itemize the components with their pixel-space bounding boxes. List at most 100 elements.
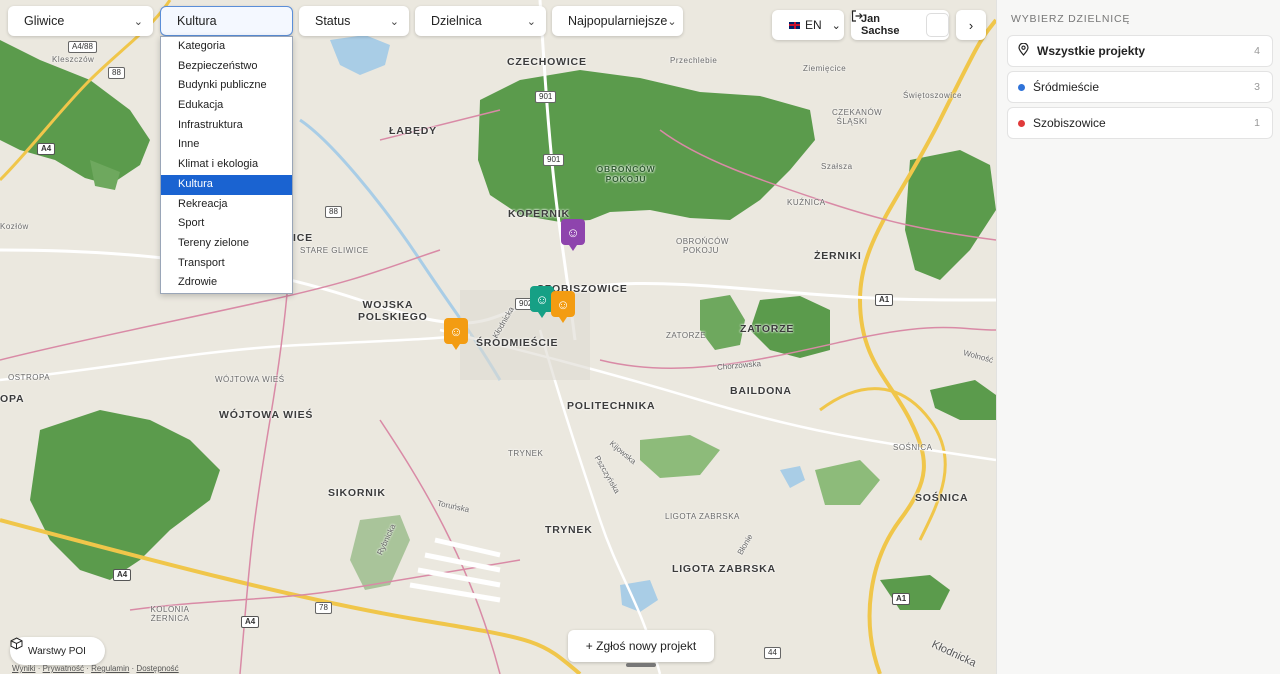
chevron-down-icon: ⌄ bbox=[831, 19, 841, 32]
place-zatorze-small: ZATORZE bbox=[666, 331, 707, 340]
place-trynek-small: TRYNEK bbox=[508, 449, 544, 458]
road-shield-44: 44 bbox=[764, 647, 781, 659]
footer-link-results[interactable]: Wyniki bbox=[12, 664, 35, 673]
place-trynek: TRYNEK bbox=[545, 524, 593, 536]
district-color-dot bbox=[1018, 119, 1025, 127]
category-option[interactable]: Rekreacja bbox=[161, 195, 292, 215]
forest-southeast bbox=[880, 575, 950, 610]
district-item-szobiszowice[interactable]: Szobiszowice 1 bbox=[1007, 107, 1273, 139]
category-option[interactable]: Edukacja bbox=[161, 96, 292, 116]
place-zerniki: ŻERNIKI bbox=[814, 250, 862, 262]
category-option[interactable]: Budynki publiczne bbox=[161, 76, 292, 96]
place-przechlebie: Przechlebie bbox=[670, 56, 718, 65]
footer-link-terms[interactable]: Regulamin bbox=[91, 664, 129, 673]
footer-separator: · bbox=[35, 664, 43, 673]
district-name: Śródmieście bbox=[1033, 80, 1100, 94]
map-canvas[interactable]: CZECHOWICE ŁABĘDY OBROŃCÓW POKOJU KOPERN… bbox=[0, 0, 996, 674]
category-option[interactable]: Zdrowie bbox=[161, 273, 292, 293]
collapse-panel-button[interactable]: › bbox=[956, 10, 986, 40]
motorway-ramp bbox=[819, 387, 947, 541]
road-shield-88-north: 88 bbox=[108, 67, 125, 79]
place-ligota-small: LIGOTA ZABRSKA bbox=[665, 512, 740, 521]
category-option[interactable]: Tereny zielone bbox=[161, 234, 292, 254]
place-ostropa: OSTROPA bbox=[8, 373, 51, 382]
place-kozlow: Kozłów bbox=[0, 222, 29, 231]
place-sosnica: SOŚNICA bbox=[915, 492, 969, 504]
smile-icon: ☺ bbox=[535, 291, 549, 307]
sort-select-value: Najpopularniejsze bbox=[568, 14, 668, 28]
road-shield-a4-88: A4/88 bbox=[68, 41, 97, 53]
place-kopernik: KOPERNIK bbox=[508, 208, 570, 220]
place-baildona: BAILDONA bbox=[730, 385, 792, 397]
place-ligota-zabrska: LIGOTA ZABRSKA bbox=[672, 563, 776, 575]
place-srodmiescie: ŚRÓDMIEŚCIE bbox=[476, 337, 559, 349]
chevron-down-icon: ⌄ bbox=[667, 15, 677, 28]
place-kolonia-zernica: KOLONIA ŻERNICA bbox=[150, 605, 190, 623]
report-project-button[interactable]: + Zgłoś nowy projekt bbox=[568, 630, 714, 662]
road-shield-901: 901 bbox=[543, 154, 565, 166]
category-option[interactable]: Kategoria bbox=[161, 37, 292, 57]
category-option[interactable]: Bezpieczeństwo bbox=[161, 57, 292, 77]
district-count: 1 bbox=[1254, 117, 1260, 129]
smile-icon: ☺ bbox=[566, 224, 580, 240]
place-czekanow: CZEKANÓW ŚLĄSKI bbox=[832, 108, 883, 126]
park-sosnica bbox=[815, 460, 880, 505]
smile-icon: ☺ bbox=[556, 296, 570, 312]
category-option[interactable]: Inne bbox=[161, 135, 292, 155]
sort-select[interactable]: Najpopularniejsze ⌄ bbox=[552, 6, 683, 36]
district-panel: WYBIERZ DZIELNICĘ Wszystkie projekty 4 Ś… bbox=[996, 0, 1280, 674]
language-switcher[interactable]: EN ⌄ bbox=[772, 10, 844, 40]
place-szalsza: Szałsza bbox=[821, 162, 853, 171]
city-select-value: Gliwice bbox=[24, 14, 65, 28]
poi-layers-label: Warstwy POI bbox=[28, 645, 86, 657]
place-obroncow-pokoju-small: OBROŃCÓW POKOJU bbox=[676, 237, 729, 255]
forest-east-2 bbox=[930, 380, 996, 420]
drag-handle[interactable] bbox=[626, 663, 656, 667]
district-item-srodmiescie[interactable]: Śródmieście 3 bbox=[1007, 71, 1273, 103]
road-shield-a1-north: A1 bbox=[875, 294, 894, 306]
footer-link-privacy[interactable]: Prywatność bbox=[43, 664, 84, 673]
district-color-dot bbox=[1018, 83, 1025, 91]
pond-east bbox=[780, 466, 805, 488]
logout-icon[interactable] bbox=[851, 10, 949, 37]
place-ziemiecice: Ziemięcice bbox=[803, 64, 847, 73]
project-marker-orange-1[interactable]: ☺ bbox=[551, 291, 575, 323]
footer-link-accessibility[interactable]: Dostępność bbox=[136, 664, 178, 673]
smile-icon: ☺ bbox=[449, 323, 463, 339]
status-select[interactable]: Status ⌄ bbox=[299, 6, 409, 36]
city-select[interactable]: Gliwice ⌄ bbox=[8, 6, 153, 36]
category-option[interactable]: Klimat i ekologia bbox=[161, 155, 292, 175]
user-menu[interactable]: Jan Sachse bbox=[851, 10, 949, 40]
category-dropdown-list[interactable]: Kategoria Bezpieczeństwo Budynki publiczne… bbox=[160, 36, 293, 294]
district-item-all[interactable]: Wszystkie projekty 4 bbox=[1007, 35, 1273, 67]
poi-layers-button[interactable]: Warstwy POI bbox=[10, 637, 105, 665]
road-shield-88-west: 88 bbox=[325, 206, 342, 218]
district-name: Szobiszowice bbox=[1033, 116, 1106, 130]
chevron-down-icon: ⌄ bbox=[133, 15, 143, 28]
category-select-value: Kultura bbox=[177, 14, 217, 28]
category-option[interactable]: Sport bbox=[161, 214, 292, 234]
category-select[interactable]: Kultura bbox=[160, 6, 293, 36]
forest-obroncow-pokoju bbox=[478, 70, 815, 222]
road-south bbox=[538, 329, 662, 674]
uk-flag-icon bbox=[788, 20, 801, 30]
place-czechowice: CZECHOWICE bbox=[507, 56, 587, 68]
road-west bbox=[0, 333, 471, 382]
road-shield-a4-southeast: A4 bbox=[241, 616, 260, 628]
project-marker-purple[interactable]: ☺ bbox=[561, 219, 585, 251]
category-option[interactable]: Kultura bbox=[161, 174, 292, 195]
place-wojtowa-wies-small: WÓJTOWA WIEŚ bbox=[215, 375, 285, 384]
category-option[interactable]: Infrastruktura bbox=[161, 116, 292, 136]
category-option[interactable]: Transport bbox=[161, 254, 292, 274]
footer-separator: · bbox=[83, 664, 92, 673]
district-select[interactable]: Dzielnica ⌄ bbox=[415, 6, 546, 36]
district-select-value: Dzielnica bbox=[431, 14, 482, 28]
chevron-down-icon: ⌄ bbox=[526, 15, 536, 28]
place-opa: OPA bbox=[0, 393, 25, 405]
lake-north bbox=[330, 35, 390, 75]
project-marker-orange-2[interactable]: ☺ bbox=[444, 318, 468, 350]
map-pin-icon bbox=[1018, 42, 1029, 59]
place-zatorze: ZATORZE bbox=[740, 323, 795, 335]
place-wojska-polskiego: WOJSKA POLSKIEGO bbox=[358, 299, 428, 323]
road-shield-901-north: 901 bbox=[535, 91, 557, 103]
